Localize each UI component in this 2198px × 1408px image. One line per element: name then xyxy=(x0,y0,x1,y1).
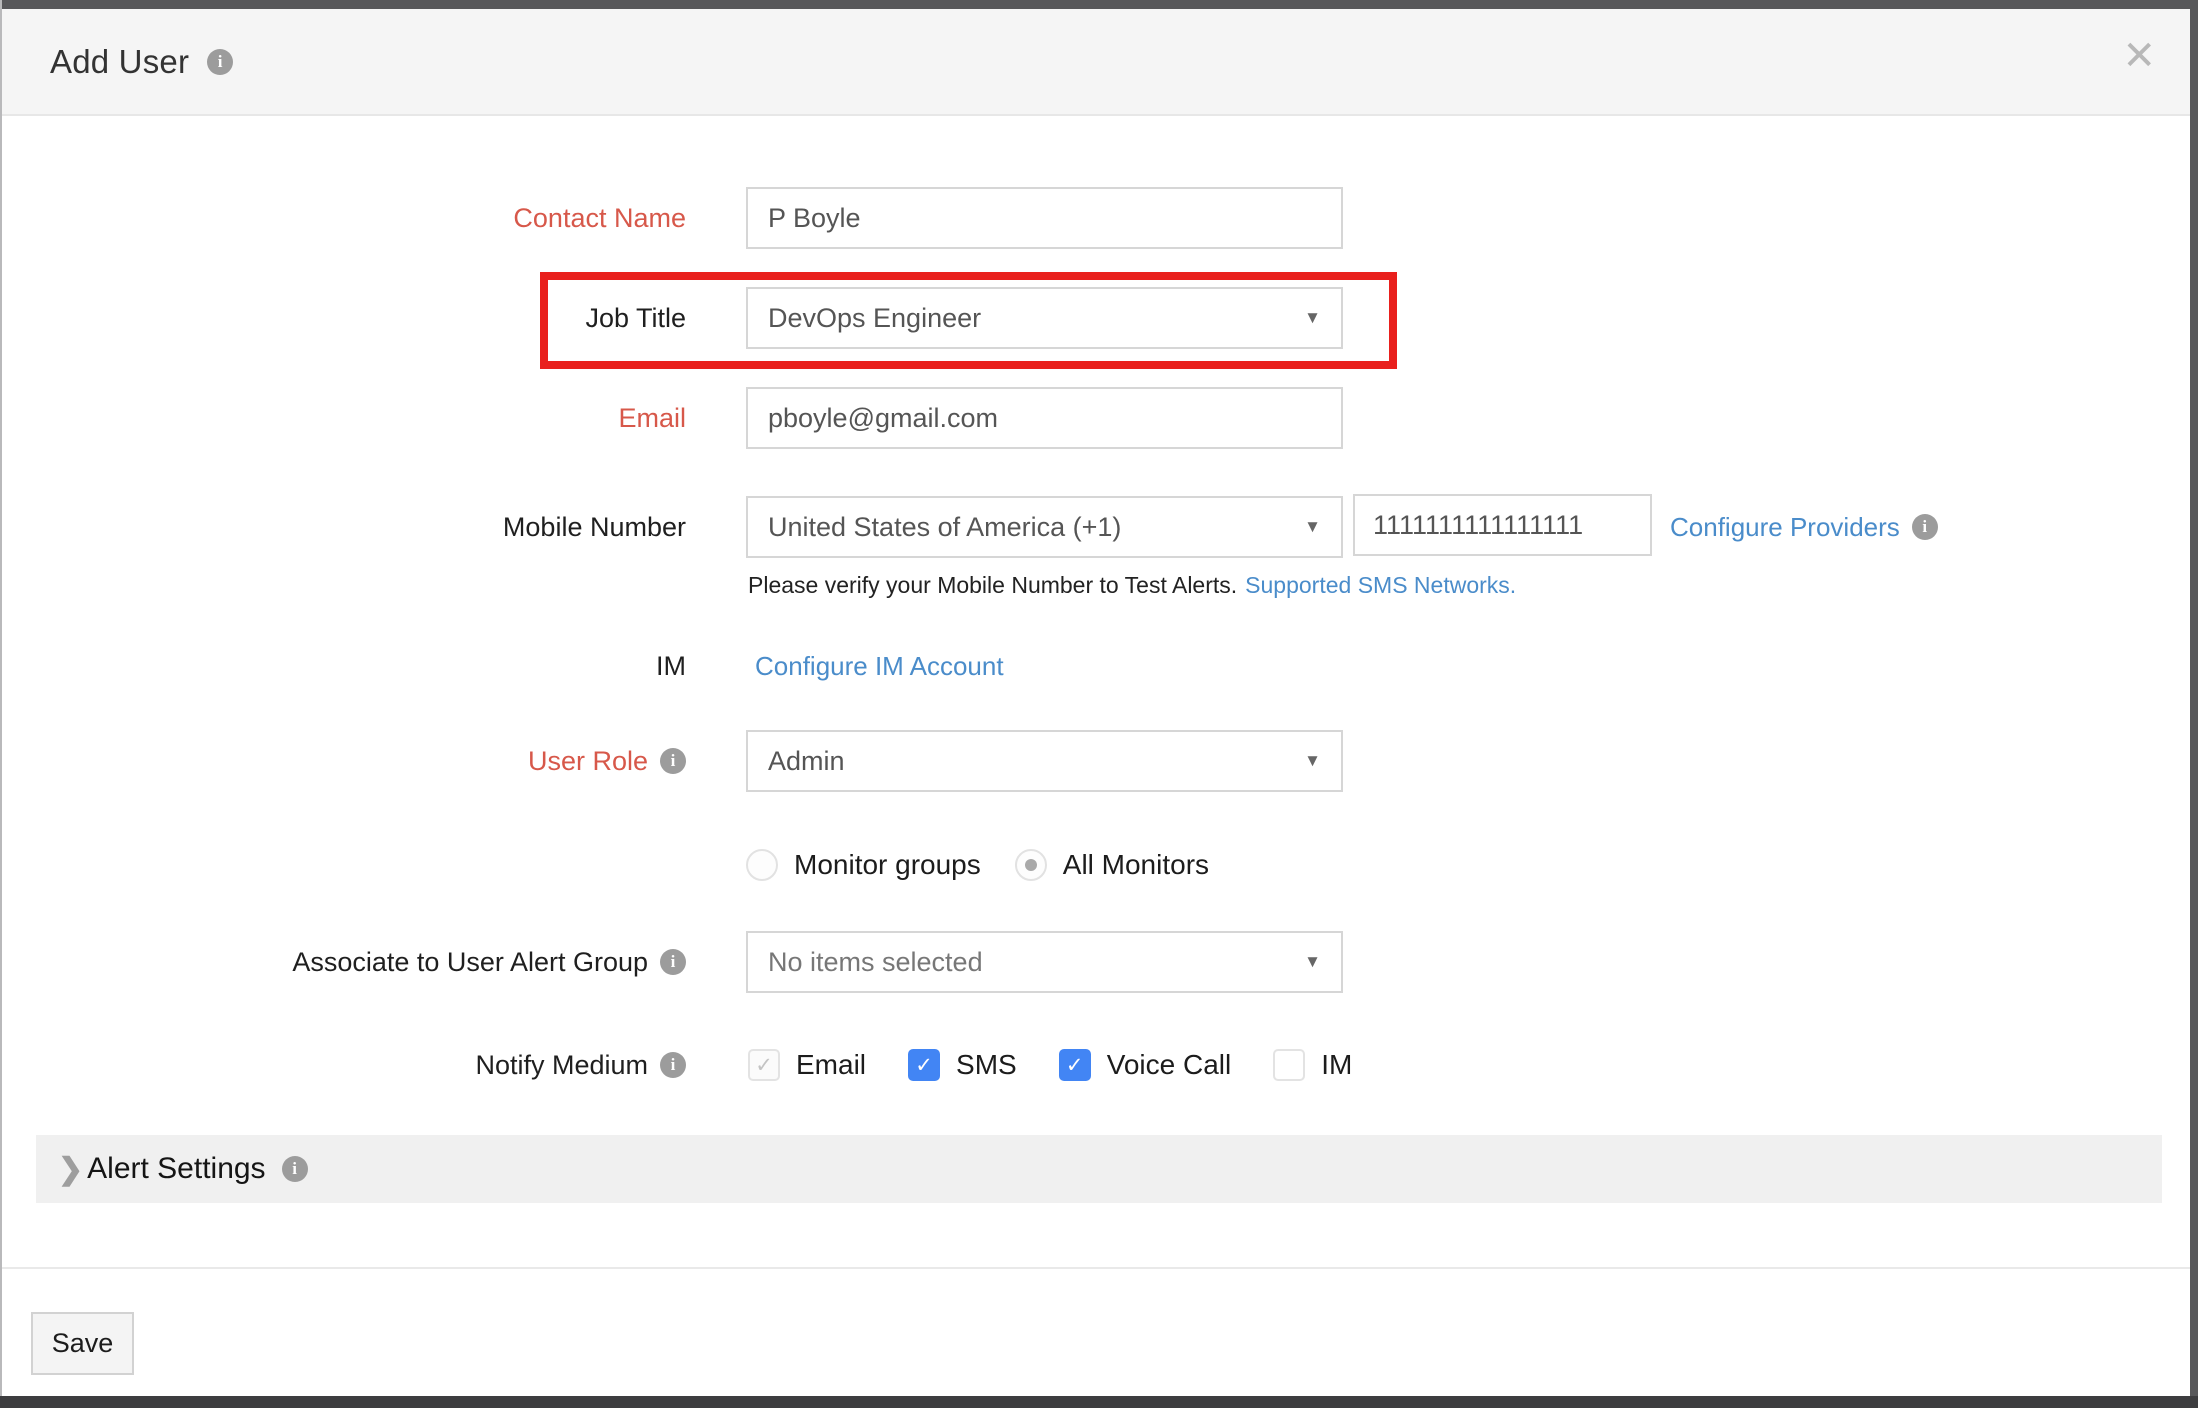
chevron-down-icon: ▼ xyxy=(1304,308,1321,328)
configure-providers-link[interactable]: Configure Providers xyxy=(1670,512,1900,543)
contact-name-input[interactable] xyxy=(746,187,1343,249)
email-label-text: Email xyxy=(618,403,686,434)
user-role-select[interactable]: Admin ▼ xyxy=(746,730,1343,792)
checkbox-checked-disabled-icon[interactable]: ✓ xyxy=(748,1049,780,1081)
frame-top-edge xyxy=(0,0,2198,9)
contact-name-label-text: Contact Name xyxy=(513,203,686,234)
user-role-label-text: User Role xyxy=(528,746,648,777)
all-monitors-radio[interactable]: All Monitors xyxy=(1015,849,1209,881)
alert-settings-title: Alert Settings xyxy=(87,1152,265,1186)
info-icon[interactable]: i xyxy=(1912,514,1938,540)
im-label: IM xyxy=(0,637,686,695)
configure-im-account-link[interactable]: Configure IM Account xyxy=(755,651,1004,682)
monitor-groups-radio[interactable]: Monitor groups xyxy=(746,849,981,881)
job-title-label-text: Job Title xyxy=(585,303,686,334)
email-label: Email xyxy=(0,387,686,449)
notify-sms-label: SMS xyxy=(956,1049,1017,1081)
user-role-label: User Role i xyxy=(0,730,686,792)
configure-providers-row: Configure Providers i xyxy=(1670,496,1938,558)
alert-settings-section[interactable]: ❯ Alert Settings i xyxy=(36,1135,2162,1203)
chevron-right-icon: ❯ xyxy=(58,1152,83,1187)
job-title-select[interactable]: DevOps Engineer ▼ xyxy=(746,287,1343,349)
mobile-helper-static: Please verify your Mobile Number to Test… xyxy=(748,572,1237,599)
notify-medium-label: Notify Medium i xyxy=(0,1043,686,1087)
notify-im-option[interactable]: IM xyxy=(1273,1049,1352,1081)
notify-email-option[interactable]: ✓ Email xyxy=(748,1049,866,1081)
info-icon[interactable]: i xyxy=(660,949,686,975)
close-icon[interactable]: ✕ xyxy=(2122,36,2156,76)
notify-medium-label-text: Notify Medium xyxy=(475,1050,648,1081)
job-title-label: Job Title xyxy=(0,287,686,349)
supported-sms-networks-link[interactable]: Supported SMS Networks. xyxy=(1245,572,1516,599)
chevron-down-icon: ▼ xyxy=(1304,952,1321,972)
info-icon[interactable]: i xyxy=(660,1052,686,1078)
radio-selected-icon[interactable] xyxy=(1015,849,1047,881)
user-role-value: Admin xyxy=(768,746,845,777)
notify-voice-call-label: Voice Call xyxy=(1107,1049,1232,1081)
mobile-number-value: 1111111111111111 xyxy=(1373,510,1583,541)
email-input[interactable] xyxy=(746,387,1343,449)
save-button[interactable]: Save xyxy=(31,1312,134,1375)
info-icon[interactable]: i xyxy=(282,1156,308,1182)
im-label-text: IM xyxy=(656,651,686,682)
contact-name-label: Contact Name xyxy=(0,187,686,249)
frame-right-edge xyxy=(2190,0,2198,1408)
info-icon[interactable]: i xyxy=(660,748,686,774)
notify-voice-call-option[interactable]: ✓ Voice Call xyxy=(1059,1049,1232,1081)
modal-header: Add User i xyxy=(2,9,2190,116)
checkbox-checked-icon[interactable]: ✓ xyxy=(1059,1049,1091,1081)
frame-bottom-edge xyxy=(0,1396,2198,1408)
radio-dot xyxy=(1025,859,1037,871)
all-monitors-radio-label: All Monitors xyxy=(1063,849,1209,881)
chevron-down-icon: ▼ xyxy=(1304,751,1321,771)
checkbox-unchecked-icon[interactable] xyxy=(1273,1049,1305,1081)
mobile-number-label-text: Mobile Number xyxy=(503,512,686,543)
country-code-value: United States of America (+1) xyxy=(768,512,1121,543)
radio-unselected-icon[interactable] xyxy=(746,849,778,881)
associate-alert-group-label-text: Associate to User Alert Group xyxy=(292,947,648,978)
monitor-groups-radio-label: Monitor groups xyxy=(794,849,981,881)
mobile-number-input[interactable]: 1111111111111111 xyxy=(1353,494,1652,556)
job-title-value: DevOps Engineer xyxy=(768,303,981,334)
monitor-scope-group: Monitor groups All Monitors xyxy=(746,843,1209,887)
footer-divider xyxy=(0,1267,2190,1269)
notify-sms-option[interactable]: ✓ SMS xyxy=(908,1049,1017,1081)
chevron-down-icon: ▼ xyxy=(1304,517,1321,537)
checkbox-checked-icon[interactable]: ✓ xyxy=(908,1049,940,1081)
mobile-helper-text: Please verify your Mobile Number to Test… xyxy=(748,572,1516,599)
page-title: Add User xyxy=(50,43,189,81)
notify-im-label: IM xyxy=(1321,1049,1352,1081)
notify-email-label: Email xyxy=(796,1049,866,1081)
associate-alert-group-value: No items selected xyxy=(768,947,983,978)
frame-left-edge xyxy=(0,0,2,1408)
notify-medium-options: ✓ Email ✓ SMS ✓ Voice Call IM xyxy=(748,1043,1352,1087)
country-code-select[interactable]: United States of America (+1) ▼ xyxy=(746,496,1343,558)
im-link-wrap: Configure IM Account xyxy=(755,637,1004,695)
mobile-number-label: Mobile Number xyxy=(0,496,686,558)
associate-alert-group-label: Associate to User Alert Group i xyxy=(0,931,686,993)
associate-alert-group-select[interactable]: No items selected ▼ xyxy=(746,931,1343,993)
info-icon[interactable]: i xyxy=(207,49,233,75)
